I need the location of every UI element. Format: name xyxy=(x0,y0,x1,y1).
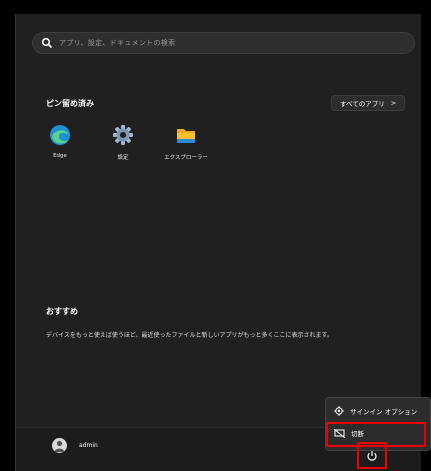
sign-in-options-label: サインイン オプション xyxy=(350,408,418,416)
all-apps-label: すべてのアプリ xyxy=(340,100,385,108)
edge-icon xyxy=(49,124,71,146)
chevron-right-icon: > xyxy=(390,99,397,107)
recommended-section-title: おすすめ xyxy=(46,307,78,316)
pinned-app-edge[interactable]: Edge xyxy=(35,124,85,159)
avatar xyxy=(52,438,67,453)
sign-in-options-item[interactable]: サインイン オプション xyxy=(334,406,417,416)
user-name: admin xyxy=(79,442,98,449)
power-icon xyxy=(367,450,377,461)
pinned-app-settings[interactable]: 設定 xyxy=(98,124,148,161)
app-label-settings: 設定 xyxy=(117,155,129,161)
app-label-edge: Edge xyxy=(53,153,67,159)
gear-icon xyxy=(334,406,344,416)
all-apps-button[interactable]: すべてのアプリ > xyxy=(331,95,406,111)
settings-icon xyxy=(112,124,134,146)
pinned-section-title: ピン留め済み xyxy=(46,99,94,108)
power-button[interactable] xyxy=(357,442,387,469)
search-placeholder: アプリ、設定、ドキュメントの検索 xyxy=(59,39,176,47)
pinned-app-explorer[interactable]: エクスプローラー xyxy=(161,124,211,161)
user-account-button[interactable]: admin xyxy=(52,438,98,453)
app-label-explorer: エクスプローラー xyxy=(164,155,208,161)
search-box[interactable]: アプリ、設定、ドキュメントの検索 xyxy=(32,32,415,54)
search-icon xyxy=(41,37,53,49)
recommended-empty-text: デバイスをもっと使えば使うほど、最近使ったファイルと新しいアプリがもっと多くここ… xyxy=(46,332,333,339)
folder-icon xyxy=(175,124,197,146)
